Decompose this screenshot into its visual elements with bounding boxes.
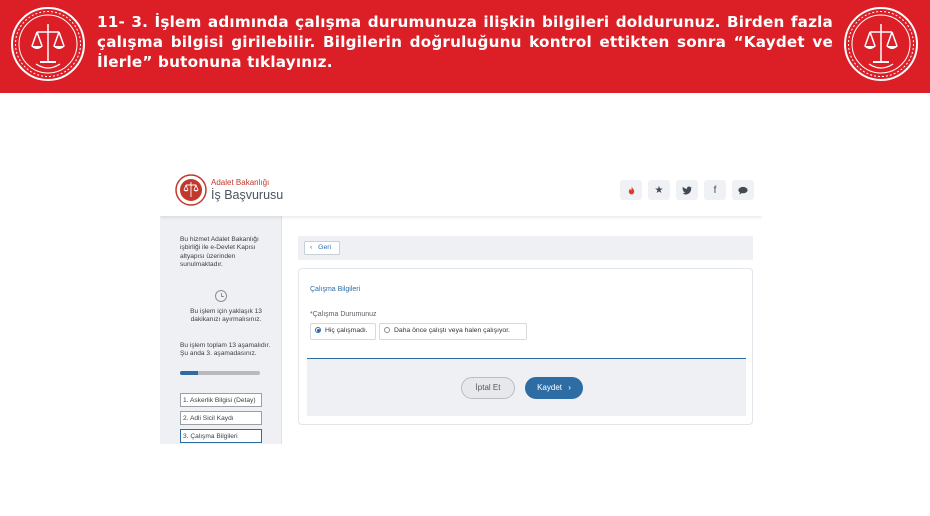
- app-header: Adalet Bakanlığı İş Başvurusu ★ f: [160, 162, 762, 216]
- app-name: İş Başvurusu: [211, 188, 284, 202]
- facebook-icon[interactable]: f: [704, 180, 726, 200]
- radio-label: Hiç çalışmadı.: [325, 327, 368, 334]
- instruction-banner: 11- 3. İşlem adımında çalışma durumunuza…: [0, 0, 930, 93]
- app-screenshot: Adalet Bakanlığı İş Başvurusu ★ f Bu hiz…: [160, 162, 762, 444]
- sidebar: Bu hizmet Adalet Bakanlığı işbirliği ile…: [160, 216, 282, 444]
- work-info-card: Çalışma Bilgileri *Çalışma Durumunuz Hiç…: [298, 268, 753, 425]
- save-label: Kaydet: [537, 383, 562, 392]
- service-info-text: Bu hizmet Adalet Bakanlığı işbirliği ile…: [180, 236, 259, 268]
- save-button[interactable]: Kaydet ›: [525, 377, 583, 399]
- ministry-seal-icon: [844, 7, 918, 81]
- radio-selected-icon: [315, 327, 321, 333]
- step-count-text: Bu işlem toplam 13 aşamalıdır. Şu anda 3…: [180, 342, 271, 358]
- card-title: Çalışma Bilgileri: [310, 286, 361, 293]
- work-status-label: *Çalışma Durumunuz: [310, 311, 377, 318]
- chat-icon[interactable]: [732, 180, 754, 200]
- radio-worked-before[interactable]: Daha önce çalıştı veya halen çalışıyor.: [379, 323, 527, 340]
- step-item-adli-sicil[interactable]: 2. Adli Sicil Kaydı: [180, 411, 262, 425]
- ministry-logo-icon[interactable]: [175, 174, 207, 206]
- star-icon[interactable]: ★: [648, 180, 670, 200]
- radio-unselected-icon: [384, 327, 390, 333]
- ministry-seal-icon: [11, 7, 85, 81]
- duration-text: Bu işlem için yaklaşık 13 dakikanızı ayı…: [190, 308, 262, 324]
- flame-icon[interactable]: [620, 180, 642, 200]
- instruction-text: 11- 3. İşlem adımında çalışma durumunuza…: [97, 13, 833, 71]
- cancel-button[interactable]: İptal Et: [461, 377, 515, 399]
- main-content: ‹ Geri Çalışma Bilgileri *Çalışma Durumu…: [282, 216, 762, 444]
- back-button[interactable]: ‹ Geri: [304, 241, 340, 255]
- step-item-askerlik[interactable]: 1. Askerlik Bilgisi (Detay): [180, 393, 262, 407]
- clock-icon: [215, 290, 227, 302]
- twitter-icon[interactable]: [676, 180, 698, 200]
- back-bar: ‹ Geri: [298, 236, 753, 260]
- chevron-right-icon: ›: [568, 383, 571, 392]
- radio-label: Daha önce çalıştı veya halen çalışıyor.: [394, 327, 510, 334]
- back-label: Geri: [318, 244, 331, 251]
- radio-never-worked[interactable]: Hiç çalışmadı.: [310, 323, 376, 340]
- progress-bar: [180, 371, 260, 375]
- step-item-calisma[interactable]: 3. Çalışma Bilgileri: [180, 429, 262, 443]
- org-name: Adalet Bakanlığı: [211, 178, 270, 187]
- chevron-left-icon: ‹: [310, 244, 313, 251]
- progress-fill: [180, 371, 199, 375]
- form-footer: İptal Et Kaydet ›: [307, 358, 746, 416]
